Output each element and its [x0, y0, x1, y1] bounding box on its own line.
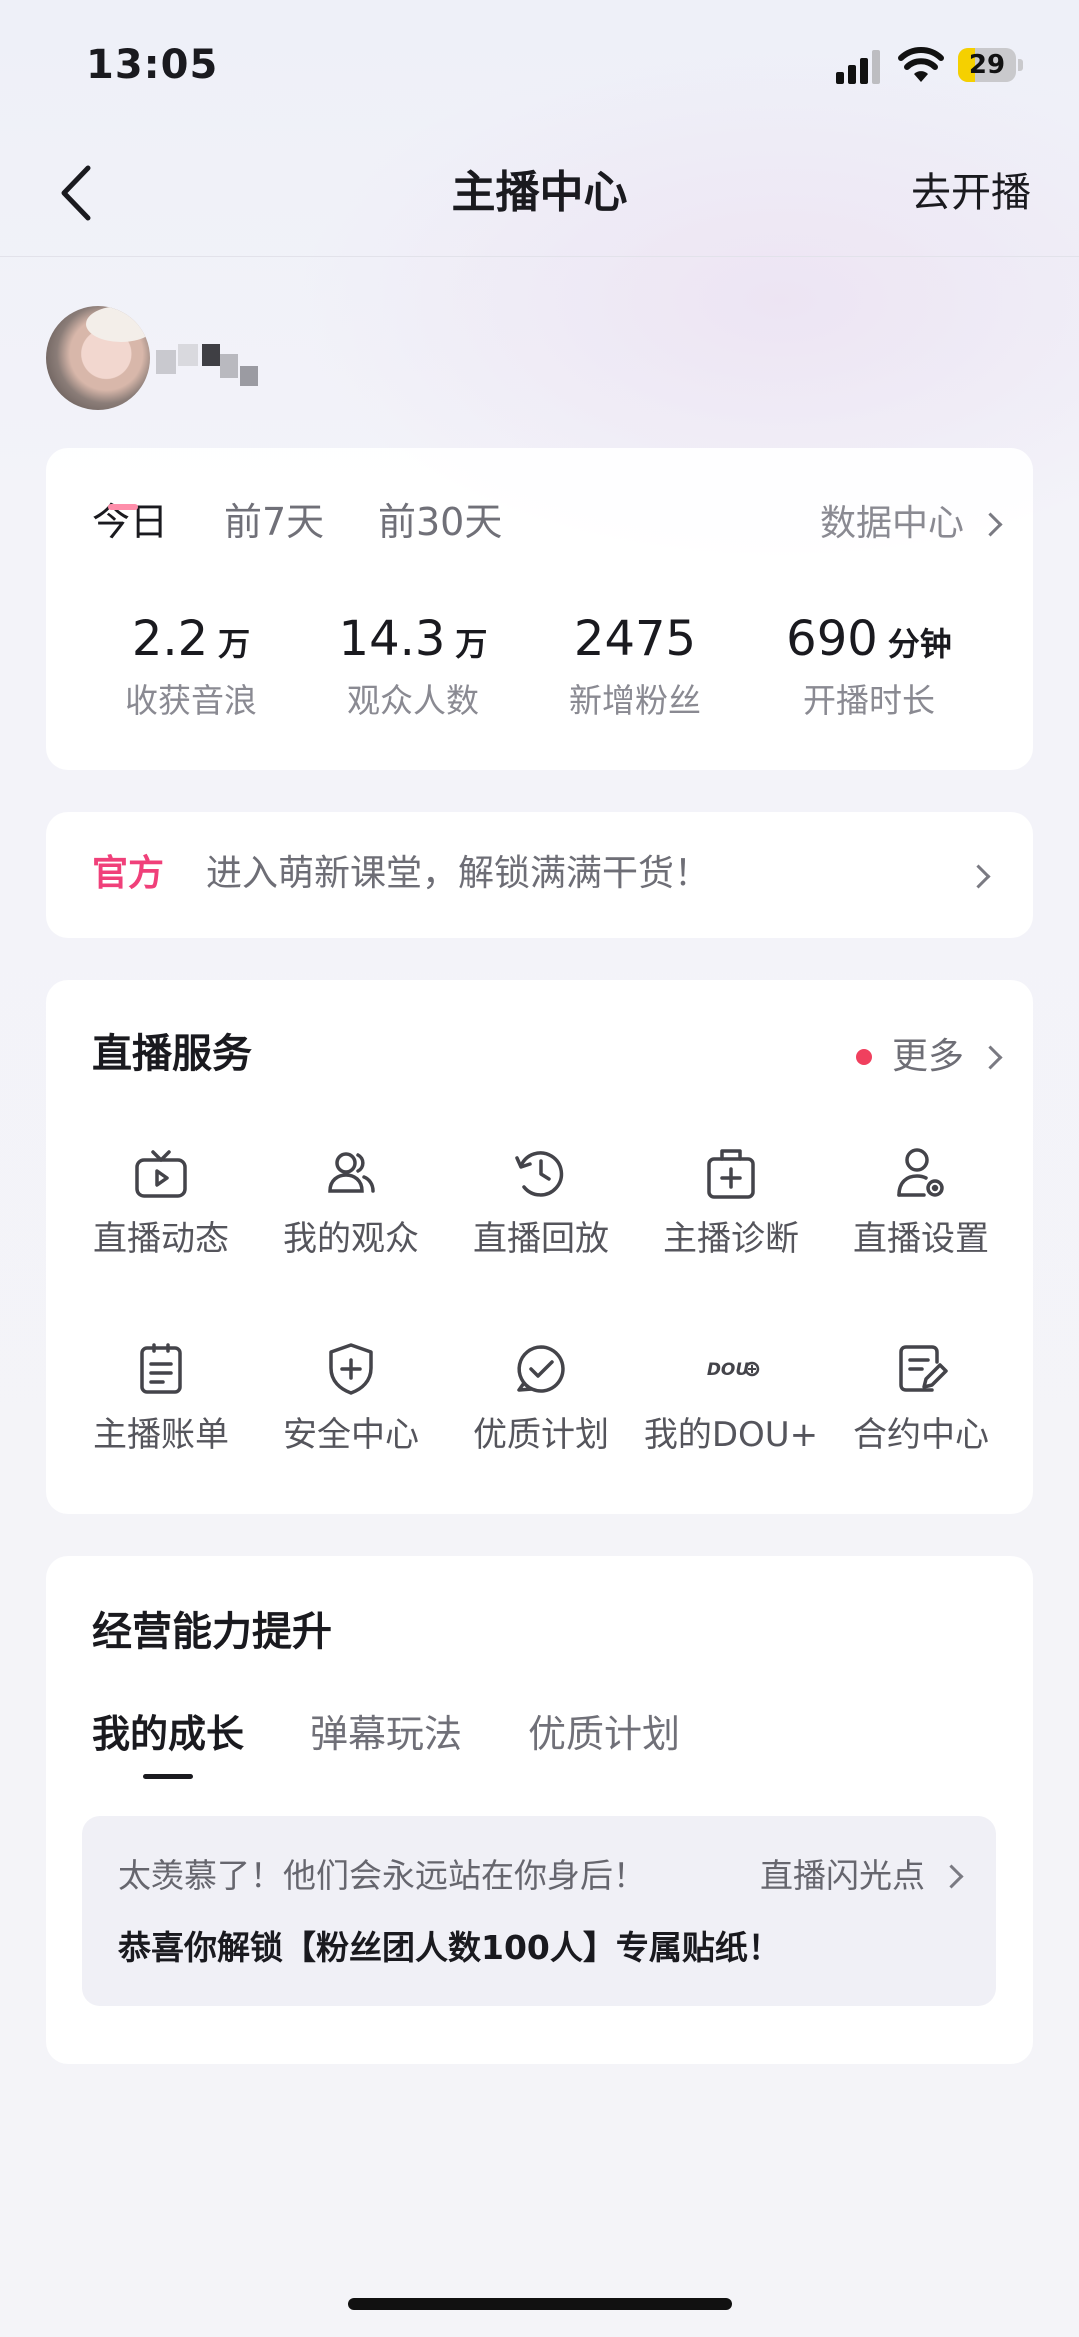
notice-text: 进入萌新课堂，解锁满满干货！ [206, 853, 711, 894]
official-tag: 官方 [92, 853, 165, 894]
stat-label: 收获音浪 [125, 681, 257, 720]
go-live-button[interactable]: 去开播 [911, 165, 1031, 221]
battery-level: 29 [968, 50, 1006, 80]
tab-danmaku-play[interactable]: 弹幕玩法 [310, 1706, 462, 1762]
medical-kit-icon [707, 1149, 755, 1199]
stat-value: 14.3 [338, 611, 446, 667]
active-tab-indicator [108, 504, 138, 510]
chevron-right-icon [939, 1863, 964, 1889]
service-live-replay[interactable]: 直播回放 [446, 1144, 636, 1264]
svg-text:DOU: DOU [707, 1360, 750, 1380]
stat-new-fans[interactable]: 2475 新增粉丝 [525, 608, 745, 726]
tab-quality-plan[interactable]: 优质计划 [528, 1706, 680, 1762]
growth-card: 经营能力提升 我的成长 弹幕玩法 优质计划 太羡慕了！他们会永远站在你身后！ 直… [46, 1556, 1033, 2064]
tab-7-days[interactable]: 前7天 [224, 494, 324, 550]
active-tab-indicator [143, 1774, 193, 1779]
user-settings-icon [897, 1148, 944, 1197]
tv-icon [135, 1150, 187, 1198]
username-blurred [156, 344, 260, 388]
notification-dot [855, 1049, 872, 1065]
data-center-label: 数据中心 [819, 503, 964, 544]
status-time: 13:05 [86, 42, 219, 88]
service-contract-center[interactable]: 合约中心 [826, 1340, 1016, 1460]
home-indicator [348, 2298, 732, 2310]
shield-plus-icon [329, 1343, 373, 1395]
service-quality-plan[interactable]: 优质计划 [446, 1340, 636, 1460]
stat-viewers[interactable]: 14.3 万 观众人数 [303, 608, 523, 726]
stats-card: 今日 前7天 前30天 数据中心 2.2 万 收获音浪 14.3 万 观众人数 24… [46, 448, 1033, 770]
growth-title: 经营能力提升 [92, 1609, 332, 1655]
growth-highlight-box[interactable]: 太羡慕了！他们会永远站在你身后！ 直播闪光点 恭喜你解锁【粉丝团人数100人】专… [82, 1816, 996, 2006]
data-center-link[interactable]: 数据中心 [819, 498, 1003, 550]
stat-live-duration[interactable]: 690 分钟 开播时长 [759, 608, 979, 726]
services-title: 直播服务 [92, 1031, 252, 1077]
stat-unit: 万 [218, 625, 251, 663]
service-my-audience[interactable]: 我的观众 [256, 1144, 446, 1264]
signal-icon [836, 50, 880, 84]
service-live-feed[interactable]: 直播动态 [66, 1144, 256, 1264]
live-services-card: 直播服务 更多 直播动态 我的观众 直播回放 主播诊断 直播设置 主播账单 安全… [46, 980, 1033, 1514]
service-live-settings[interactable]: 直播设置 [826, 1144, 1016, 1264]
tab-30-days[interactable]: 前30天 [378, 494, 502, 550]
battery-icon: 29 [958, 48, 1024, 82]
dou-plus-icon: DOU [707, 1360, 760, 1380]
growth-message: 太羡慕了！他们会永远站在你身后！ [118, 1856, 646, 1895]
chevron-right-icon [978, 511, 1003, 537]
more-label: 更多 [891, 1036, 964, 1077]
official-notice-banner[interactable]: 官方 进入萌新课堂，解锁满满干货！ [46, 812, 1033, 938]
chevron-right-icon [978, 1044, 1003, 1070]
service-security-center[interactable]: 安全中心 [256, 1340, 446, 1460]
service-diagnosis[interactable]: 主播诊断 [636, 1144, 826, 1264]
avatar[interactable] [46, 306, 150, 410]
history-icon [515, 1151, 564, 1197]
stat-sound-waves[interactable]: 2.2 万 收获音浪 [81, 608, 301, 726]
live-highlights-link[interactable]: 直播闪光点 [760, 1852, 964, 1900]
stat-value: 2.2 [131, 611, 209, 667]
stat-unit: 万 [455, 625, 488, 663]
wifi-icon [898, 47, 944, 82]
service-streamer-bill[interactable]: 主播账单 [66, 1340, 256, 1460]
contract-edit-icon [899, 1345, 948, 1392]
service-my-dou-plus[interactable]: DOU 我的DOU+ [636, 1340, 826, 1460]
tab-my-growth[interactable]: 我的成长 [92, 1706, 244, 1762]
bill-icon [140, 1343, 182, 1394]
stat-value: 690 [786, 611, 878, 667]
users-icon [328, 1152, 375, 1193]
nav-divider [0, 256, 1079, 257]
stat-label: 开播时长 [803, 681, 935, 720]
stat-value: 2475 [573, 611, 697, 667]
more-services-link[interactable]: 更多 [855, 1032, 1003, 1082]
chevron-right-icon [966, 864, 991, 889]
tab-today[interactable]: 今日 [92, 494, 168, 550]
stat-label: 新增粉丝 [569, 681, 701, 720]
unlock-message: 恭喜你解锁【粉丝团人数100人】专属贴纸！ [118, 1928, 781, 1967]
check-circle-icon [517, 1345, 565, 1393]
stat-label: 观众人数 [347, 681, 479, 720]
stat-unit: 分钟 [887, 625, 952, 663]
